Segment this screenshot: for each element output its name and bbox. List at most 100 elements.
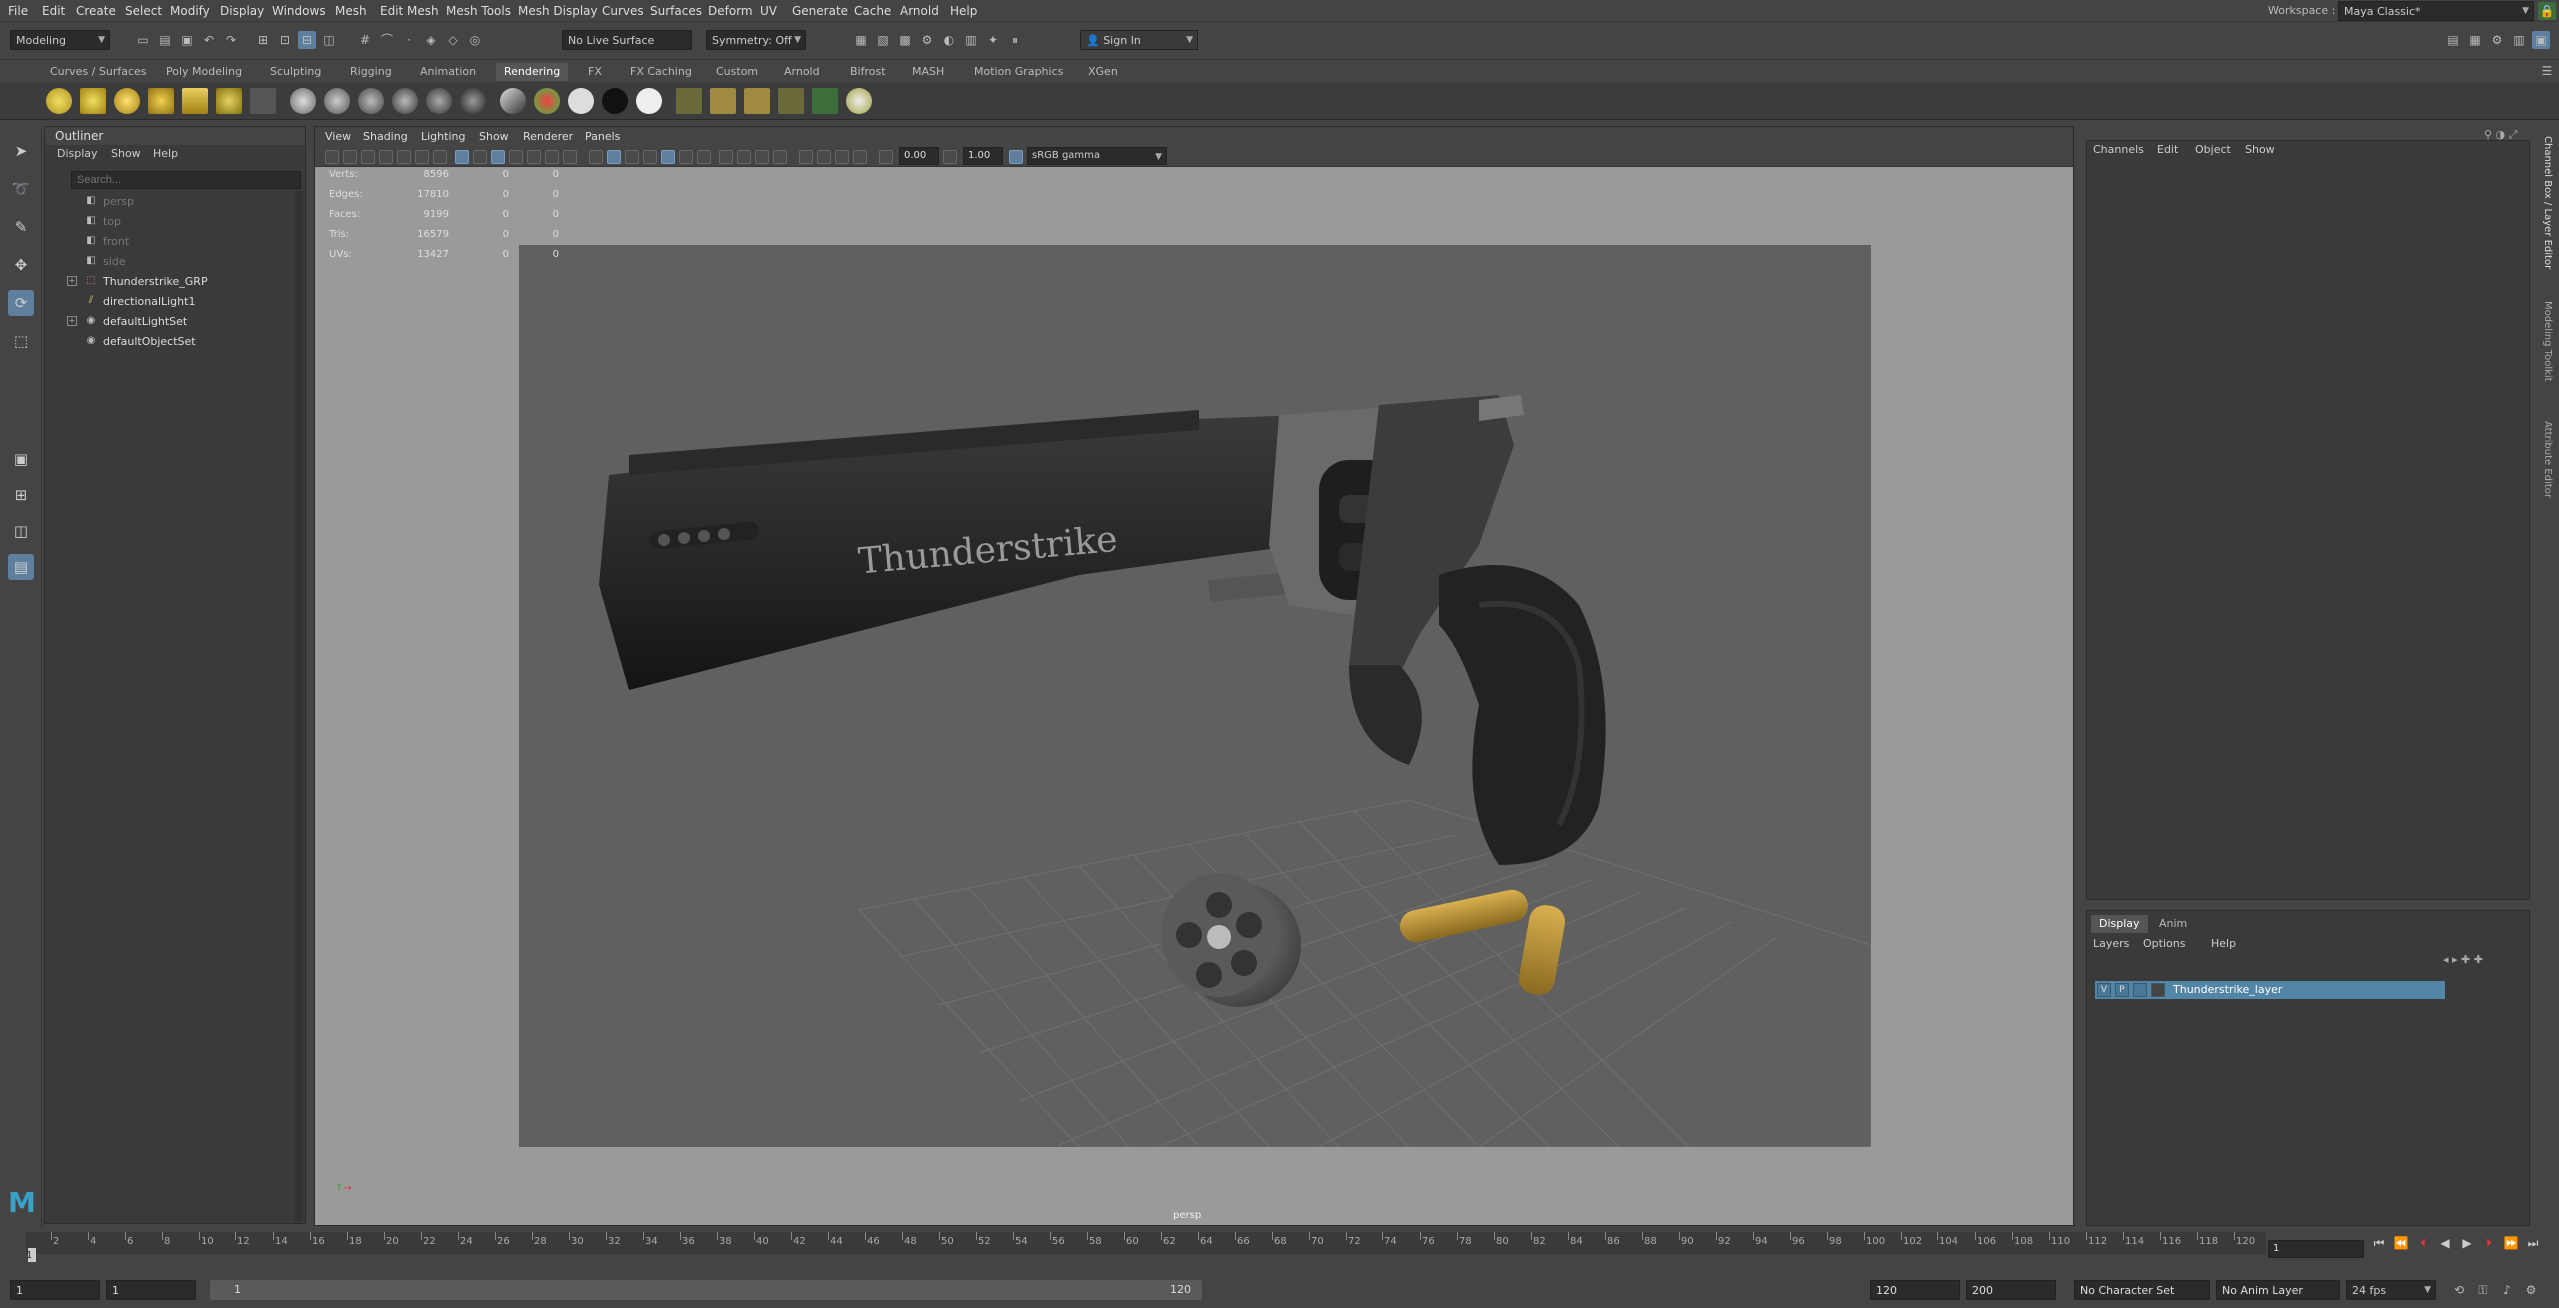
shelf-tab-curves-surfaces[interactable]: Curves / Surfaces — [42, 63, 155, 81]
menu-curves[interactable]: Curves — [602, 4, 644, 18]
menu-arnold[interactable]: Arnold — [900, 4, 939, 18]
menu-create[interactable]: Create — [76, 4, 116, 18]
layer-move-icons[interactable]: ◂ ▸ ✚ ✚ — [2443, 953, 2533, 966]
channel-menu-channels[interactable]: Channels — [2093, 143, 2144, 156]
render-frame-icon[interactable]: ▦ — [852, 31, 870, 49]
select-hierarchy-icon[interactable]: ⊞ — [254, 31, 272, 49]
menu-mesh-tools[interactable]: Mesh Tools — [446, 4, 511, 18]
black-material-icon[interactable] — [602, 88, 628, 114]
shelf-tab-fx[interactable]: FX — [580, 63, 610, 81]
render-settings-shelf-icon[interactable] — [846, 88, 872, 114]
time-slider[interactable]: 2 4 6 8 10 12 14 16 18 20 22 24 26 28 30 32 34 36 38 40 42 44… — [0, 1228, 2559, 1280]
ipr-render-icon[interactable]: ▩ — [896, 31, 914, 49]
undo-icon[interactable]: ↶ — [200, 31, 218, 49]
modeling-toolkit-icon[interactable]: ▤ — [2444, 31, 2462, 49]
shelf-tab-arnold[interactable]: Arnold — [776, 63, 828, 81]
end-time-field[interactable]: 200 — [1966, 1280, 2056, 1300]
outliner-search-input[interactable] — [71, 171, 301, 189]
mode-dropdown[interactable]: Modeling ▼ — [10, 30, 110, 50]
new-scene-icon[interactable]: ▭ — [134, 31, 152, 49]
menu-help[interactable]: Help — [950, 4, 977, 18]
shelf-tab-animation[interactable]: Animation — [412, 63, 484, 81]
outliner-layout-icon[interactable]: ▤ — [8, 554, 34, 580]
menu-edit[interactable]: Edit — [42, 4, 65, 18]
xray-joints-icon[interactable] — [835, 150, 849, 164]
outliner-menu-display[interactable]: Display — [57, 147, 98, 160]
shelf-tab-rendering[interactable]: Rendering — [496, 63, 569, 81]
timeline-track[interactable]: 2 4 6 8 10 12 14 16 18 20 22 24 26 28 30 32 34 36 38 40 42 44… — [26, 1232, 2266, 1254]
camera-attributes-icon[interactable] — [361, 150, 375, 164]
sphere-light-icon[interactable] — [290, 88, 316, 114]
layer-row-thunderstrike[interactable]: V P Thunderstrike_layer — [2095, 981, 2445, 999]
outliner-item-persp[interactable]: ◧ persp — [45, 191, 305, 211]
layer-menu-help[interactable]: Help — [2211, 937, 2236, 950]
outliner-item-defaultobjectset[interactable]: ◉ defaultObjectSet — [45, 331, 305, 351]
outliner-item-defaultlightset[interactable]: + ◉ defaultLightSet — [45, 311, 305, 331]
outliner-item-top[interactable]: ◧ top — [45, 211, 305, 231]
motion-blur-icon[interactable] — [737, 150, 751, 164]
blinn-icon[interactable] — [358, 88, 384, 114]
menu-select[interactable]: Select — [125, 4, 162, 18]
layer-menu-options[interactable]: Options — [2143, 937, 2185, 950]
render-layer-icon[interactable] — [676, 88, 702, 114]
hypershade-icon[interactable]: ◐ — [940, 31, 958, 49]
go-to-start-icon[interactable]: ⏮ — [2370, 1236, 2388, 1252]
light-editor-icon[interactable]: ✦ — [984, 31, 1002, 49]
select-tool-icon[interactable]: ➤ — [8, 138, 34, 164]
lock-icon[interactable]: 🔒 — [2538, 2, 2556, 20]
render-settings-icon[interactable]: ⚙ — [918, 31, 936, 49]
paint-select-icon[interactable]: ✎ — [8, 214, 34, 240]
attribute-editor-icon[interactable]: ▦ — [2466, 31, 2484, 49]
menu-mesh-display[interactable]: Mesh Display — [518, 4, 598, 18]
outliner-menu-show[interactable]: Show — [111, 147, 141, 160]
stripe-material-icon[interactable] — [500, 88, 526, 114]
layer-tab-display[interactable]: Display — [2091, 915, 2148, 933]
ambient-light-icon[interactable] — [46, 88, 72, 114]
side-tab-channel-box[interactable]: Channel Box / Layer Editor — [2542, 136, 2553, 269]
film-gate-icon[interactable] — [473, 150, 487, 164]
anim-layer-dropdown[interactable]: No Anim Layer — [2216, 1280, 2340, 1300]
volume-light-icon[interactable] — [216, 88, 242, 114]
step-back-key-icon[interactable]: ⏪ — [2392, 1236, 2410, 1252]
phong-icon[interactable] — [392, 88, 418, 114]
shelf-tab-motion-graphics[interactable]: Motion Graphics — [966, 63, 1071, 81]
menu-deform[interactable]: Deform — [708, 4, 753, 18]
directional-light-icon[interactable] — [80, 88, 106, 114]
side-tab-modeling-toolkit[interactable]: Modeling Toolkit — [2542, 301, 2553, 382]
snap-surface-icon[interactable]: ◇ — [444, 31, 462, 49]
play-backwards-icon[interactable]: ◀ — [2436, 1236, 2454, 1252]
menu-file[interactable]: File — [8, 4, 28, 18]
ramp-material-icon[interactable] — [534, 88, 560, 114]
wireframe-on-shaded-icon[interactable] — [643, 150, 657, 164]
expand-icon[interactable]: + — [67, 316, 77, 326]
render-setup-icon[interactable]: ▥ — [962, 31, 980, 49]
select-by-type-icon[interactable]: ◫ — [320, 31, 338, 49]
menu-windows[interactable]: Windows — [272, 4, 326, 18]
render-sequence-icon[interactable]: ▧ — [874, 31, 892, 49]
menu-modify[interactable]: Modify — [170, 4, 210, 18]
lock-camera-icon[interactable] — [343, 150, 357, 164]
shelf-tab-custom[interactable]: Custom — [708, 63, 766, 81]
grease-pencil-icon[interactable] — [433, 150, 447, 164]
menu-uv[interactable]: UV — [760, 4, 777, 18]
character-set-dropdown[interactable]: No Character Set — [2074, 1280, 2210, 1300]
step-forward-frame-icon[interactable]: ⏵ — [2480, 1236, 2498, 1252]
gate-mask-icon[interactable] — [509, 150, 523, 164]
use-all-lights-icon[interactable] — [679, 150, 693, 164]
menu-mesh[interactable]: Mesh — [335, 4, 367, 18]
sound-icon[interactable]: ♪ — [2498, 1281, 2516, 1299]
two-layout-icon[interactable]: ◫ — [8, 518, 34, 544]
menu-display[interactable]: Display — [220, 4, 264, 18]
wireframe-icon[interactable] — [589, 150, 603, 164]
viewport-menu-shading[interactable]: Shading — [363, 130, 408, 143]
outliner-item-thunderstrike-grp[interactable]: + ⬚ Thunderstrike_GRP — [45, 271, 305, 291]
batch-render-icon[interactable] — [744, 88, 770, 114]
menu-generate[interactable]: Generate — [792, 4, 848, 18]
fps-dropdown[interactable]: 24 fps ▼ — [2346, 1280, 2436, 1300]
bookmark-icon[interactable] — [379, 150, 393, 164]
shelf-tab-bifrost[interactable]: Bifrost — [842, 63, 894, 81]
lambert-icon[interactable] — [324, 88, 350, 114]
menu-surfaces[interactable]: Surfaces — [650, 4, 702, 18]
area-light-icon[interactable] — [182, 88, 208, 114]
render-setup-shelf-icon[interactable] — [812, 88, 838, 114]
